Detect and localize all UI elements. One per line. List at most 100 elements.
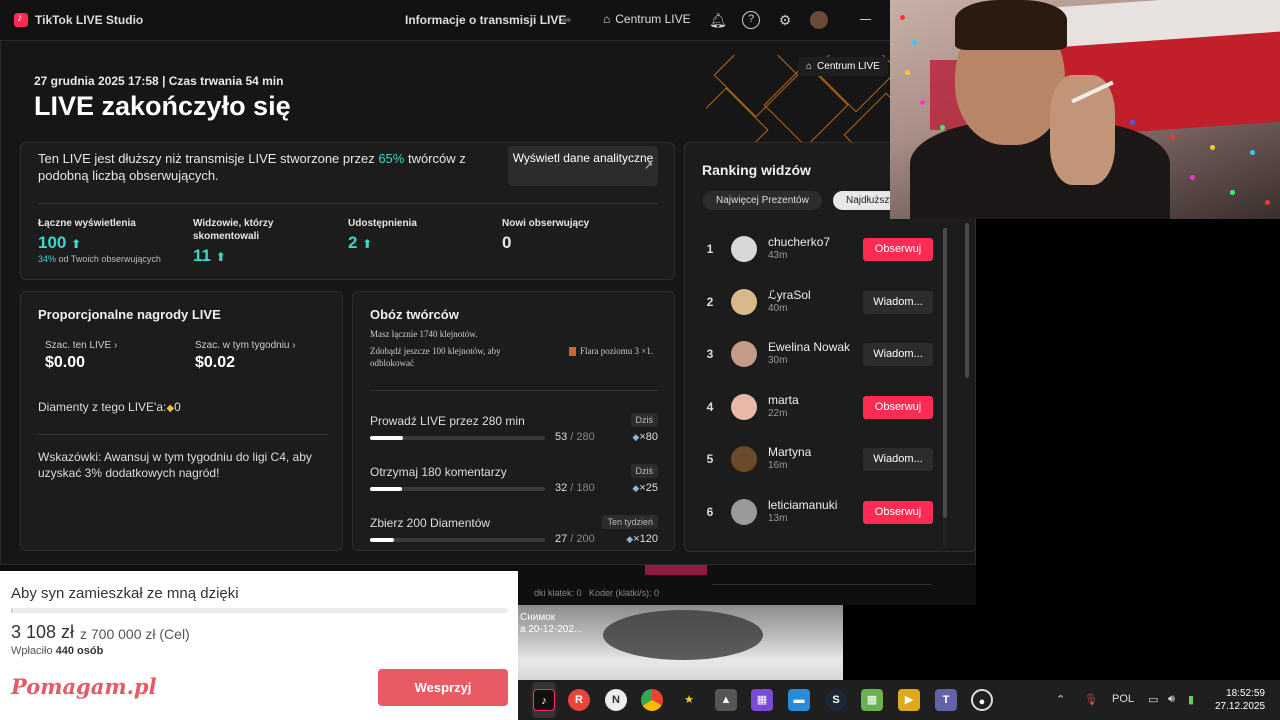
tiktok-taskbar-icon[interactable]: ♪ [533,689,555,711]
viewer-avatar[interactable] [731,498,757,525]
battery-icon[interactable]: ▮ [1188,693,1194,706]
follow-button[interactable]: Obserwuj [863,500,933,524]
live-center-link[interactable]: ⌂ Centrum LIVE [603,12,691,26]
live-center-button[interactable]: ⌂ Centrum LIVE [798,57,888,76]
task-progress-text: 27 / 200 [555,533,595,545]
viewer-row[interactable]: 4 marta 22m Obserwuj [703,388,943,428]
viewer-name[interactable]: leticiamanuki [768,498,837,512]
support-button[interactable]: Wesprzyj [378,669,508,706]
divider [38,434,328,435]
task-name: Prowadź LIVE przez 280 min [370,414,525,428]
profile-avatar[interactable] [810,11,828,29]
viewer-rank: 3 [706,347,714,361]
viewer-name[interactable]: marta [768,393,799,407]
viewer-name[interactable]: chucherko7 [768,235,830,249]
language-indicator[interactable]: POL [1112,693,1134,705]
app-r-taskbar-icon[interactable]: R [568,689,590,711]
obs-icon[interactable]: ● [971,689,993,711]
panel-scrollbar[interactable] [965,223,969,378]
screen: TikTok LIVE Studio Informacje o transmis… [0,0,1280,720]
photos-app-icon[interactable]: ▬ [788,689,810,711]
viewer-rank: 2 [706,294,714,309]
viewer-rank: 6 [706,504,714,519]
media-player-icon[interactable]: ▶ [898,689,920,711]
task-progress-bar [370,436,545,440]
viewer-row[interactable]: 6 leticiamanuki 13m Obserwuj [703,493,943,533]
live-center-label: Centrum LIVE [615,12,691,26]
paint-app-icon[interactable]: ▦ [751,689,773,711]
donor-count: Wpłaciło 440 osób [11,645,104,657]
show-hidden-icons-chevron[interactable]: ⌃ [1056,693,1065,706]
webcam-feed [890,0,1280,219]
string-lights [890,0,1280,219]
camp-task: Zbierz 200 Diamentów Ten tydzień 27 / 200 ◆… [370,515,658,550]
minimize-button[interactable] [860,19,871,20]
viewer-name[interactable]: ℒyraSol [768,288,811,302]
viewer-avatar[interactable] [731,393,757,420]
video-preview: Снимок а 20-12-202... [518,605,843,685]
app-n-taskbar-icon[interactable]: N [605,689,627,711]
stat-value: 0 [502,233,512,252]
microphone-icon[interactable]: 🎙︎ [1084,693,1098,706]
network-icon[interactable]: ▭ [1148,693,1158,706]
viewer-avatar[interactable] [731,341,757,367]
comparison-card: Ten LIVE jest dłuższy niż transmisje LIV… [20,142,675,280]
est-week-value: $0.02 [195,354,236,371]
bell-icon[interactable]: 🔔︎ [709,11,727,29]
task-progress-fill [370,436,404,440]
volume-icon[interactable]: 🔊︎ [1168,693,1175,706]
donation-goal: z 700 000 zł (Cel) [80,626,190,642]
analytics-button-label: Wyświetl dane analityczne [512,151,654,165]
settings-gear-icon[interactable]: ⚙ [776,11,794,29]
viewer-row[interactable]: 3 Ewelina Nowak 30m Wiadom... [703,335,943,375]
tab-most-gifts[interactable]: Najwięcej Prezentów [703,191,822,210]
stat-label: Widzowie, którzy skomentowali [193,218,274,242]
tips-text: Wskazówki: Awansuj w tym tygodniu do lig… [38,450,312,480]
comparison-percent: 65% [378,151,405,166]
task-progress-bar [370,538,545,542]
trend-up-icon: ⬆ [71,237,82,251]
view-analytics-button[interactable]: Wyświetl dane analityczne ↗ [508,146,658,186]
stream-info-link[interactable]: Informacje o transmisji LIVE [405,13,566,27]
chrome-icon[interactable] [641,689,663,711]
viewer-name[interactable]: Martyna [768,445,811,459]
steam-icon[interactable]: S [825,689,847,711]
message-button[interactable]: Wiadom... [863,448,933,471]
follow-button[interactable]: Obserwuj [863,395,933,419]
video-label: Снимок а 20-12-202... [520,612,583,635]
donation-progress-bar [11,608,508,613]
task-progress-fill [370,538,394,542]
rewards-title: Proporcjonalne nagrody LIVE [38,307,221,322]
viewer-row[interactable]: 1 chucherko7 43m Obserwuj [703,230,943,270]
message-button[interactable]: Wiadom... [863,343,933,366]
viewer-row[interactable]: 2 ℒyraSol 40m Wiadom... [703,283,943,323]
teams-icon[interactable]: T [935,689,957,711]
viewer-name[interactable]: Ewelina Nowak [768,340,850,354]
scrollbar-thumb[interactable] [943,228,947,518]
stat-shares: Udostępnienia 2 ⬆ [348,217,468,253]
viewer-row[interactable]: 5 Martyna 16m Wiadom... [703,440,943,480]
flare-reward: Flara poziomu 3 ×1. [569,345,659,357]
task-period-badge: Dziś [630,464,658,478]
task-reward: ◆×25 [632,482,658,494]
viewer-avatar[interactable] [731,236,757,262]
star-app-icon[interactable]: ★ [678,689,700,711]
pomagam-logo: Pomagam.pl [11,674,157,699]
help-icon[interactable]: ? [742,11,760,29]
hat-app-icon[interactable]: ▲ [715,689,737,711]
donation-progress-fill [11,608,14,613]
minecraft-icon[interactable]: ▩ [861,689,883,711]
follow-button[interactable]: Obserwuj [863,238,933,261]
message-button[interactable]: Wiadom... [863,290,933,314]
page-title: LIVE zakończyło się [34,91,291,121]
share-arrow-icon[interactable]: ➦ [561,12,572,28]
task-name: Zbierz 200 Diamentów [370,516,491,530]
viewer-avatar[interactable] [731,288,757,315]
home-icon: ⌂ [603,12,611,26]
ranking-scrollbar[interactable] [943,228,947,548]
system-clock[interactable]: 18:52:59 27.12.2025 [1215,687,1265,713]
viewer-avatar[interactable] [731,446,757,472]
external-link-icon: ↗ [643,160,653,172]
est-week-link[interactable]: Szac. w tym tygodniu › [195,340,296,351]
est-live-link[interactable]: Szac. ten LIVE › [45,340,117,351]
